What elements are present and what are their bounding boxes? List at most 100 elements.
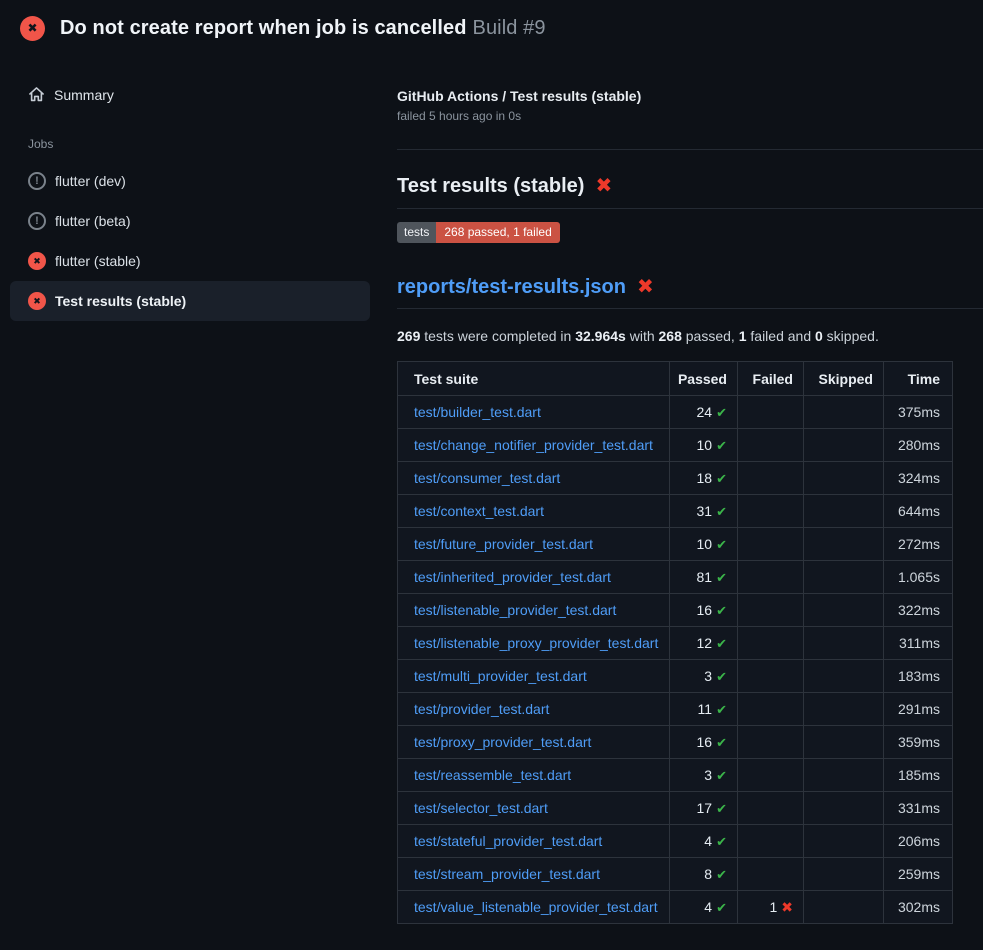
sidebar-item-job[interactable]: !flutter (beta) [10, 201, 370, 241]
failed-cell [738, 759, 804, 792]
passed-cell: 12✔ [670, 627, 738, 660]
passed-cell-value: 16 [697, 602, 713, 618]
suite-cell: test/stateful_provider_test.dart [398, 825, 670, 858]
sidebar-item-summary[interactable]: Summary [10, 80, 370, 109]
test-suite-link[interactable]: test/reassemble_test.dart [414, 767, 571, 783]
test-suite-link[interactable]: test/stateful_provider_test.dart [414, 833, 602, 849]
report-failed-cross-icon: ✖ [637, 276, 654, 298]
run-header: GitHub Actions / Test results (stable) f… [397, 88, 983, 150]
check-icon: ✔ [716, 504, 727, 519]
skipped-cell [804, 726, 884, 759]
failed-cell: 1✖ [738, 891, 804, 924]
passed-cell-value: 10 [697, 437, 713, 453]
test-suite-link[interactable]: test/inherited_provider_test.dart [414, 569, 611, 585]
passed-cell: 81✔ [670, 561, 738, 594]
time-cell: 322ms [884, 594, 953, 627]
run-title: GitHub Actions / Test results (stable) [397, 88, 983, 104]
test-suite-link[interactable]: test/consumer_test.dart [414, 470, 560, 486]
failed-cell [738, 858, 804, 891]
failed-cell [738, 594, 804, 627]
test-suite-link[interactable]: test/proxy_provider_test.dart [414, 734, 591, 750]
passed-cell-value: 18 [697, 470, 713, 486]
skipped-cell [804, 660, 884, 693]
sidebar-item-job[interactable]: ✖Test results (stable) [10, 281, 370, 321]
check-icon: ✔ [716, 603, 727, 618]
suite-cell: test/proxy_provider_test.dart [398, 726, 670, 759]
test-suite-link[interactable]: test/context_test.dart [414, 503, 544, 519]
check-icon: ✔ [716, 438, 727, 453]
passed-cell: 4✔ [670, 825, 738, 858]
check-icon: ✔ [716, 537, 727, 552]
skipped-cell [804, 858, 884, 891]
failed-cell [738, 396, 804, 429]
failed-cell-value: 1 [769, 899, 777, 915]
skipped-cell [804, 594, 884, 627]
table-row: test/multi_provider_test.dart3✔183ms [398, 660, 953, 693]
time-cell: 311ms [884, 627, 953, 660]
passed-cell: 31✔ [670, 495, 738, 528]
summary-text: passed, [682, 328, 739, 344]
test-suite-link[interactable]: test/stream_provider_test.dart [414, 866, 600, 882]
test-suite-link[interactable]: test/provider_test.dart [414, 701, 549, 717]
header-time: Time [884, 362, 953, 396]
time-cell: 272ms [884, 528, 953, 561]
test-suite-link[interactable]: test/change_notifier_provider_test.dart [414, 437, 653, 453]
time-cell: 206ms [884, 825, 953, 858]
skipped-cell [804, 528, 884, 561]
badge-label: tests [397, 222, 436, 243]
skipped-cell [804, 627, 884, 660]
time-cell: 359ms [884, 726, 953, 759]
suite-cell: test/consumer_test.dart [398, 462, 670, 495]
build-number: Build #9 [473, 17, 546, 39]
suite-cell: test/inherited_provider_test.dart [398, 561, 670, 594]
test-suite-link[interactable]: test/multi_provider_test.dart [414, 668, 587, 684]
suite-cell: test/value_listenable_provider_test.dart [398, 891, 670, 924]
time-cell: 291ms [884, 693, 953, 726]
passed-cell: 10✔ [670, 429, 738, 462]
check-icon: ✔ [716, 834, 727, 849]
report-link[interactable]: reports/test-results.json [397, 276, 626, 298]
suite-cell: test/stream_provider_test.dart [398, 858, 670, 891]
check-icon: ✔ [716, 900, 727, 915]
job-label: flutter (stable) [55, 253, 141, 269]
job-label: flutter (dev) [55, 173, 126, 189]
table-row: test/context_test.dart31✔644ms [398, 495, 953, 528]
test-suite-link[interactable]: test/value_listenable_provider_test.dart [414, 899, 658, 915]
passed-cell: 11✔ [670, 693, 738, 726]
run-meta: failed 5 hours ago in 0s [397, 109, 983, 123]
test-suite-link[interactable]: test/builder_test.dart [414, 404, 541, 420]
home-icon [28, 86, 45, 103]
skipped-cell [804, 891, 884, 924]
test-suite-link[interactable]: test/future_provider_test.dart [414, 536, 593, 552]
time-cell: 302ms [884, 891, 953, 924]
table-row: test/selector_test.dart17✔331ms [398, 792, 953, 825]
failed-cell [738, 528, 804, 561]
table-row: test/builder_test.dart24✔375ms [398, 396, 953, 429]
failed-cell [738, 429, 804, 462]
header-skipped: Skipped [804, 362, 884, 396]
suite-cell: test/context_test.dart [398, 495, 670, 528]
tests-status-badge: tests 268 passed, 1 failed [397, 222, 560, 243]
job-failed-icon: ✖ [28, 252, 46, 270]
test-suite-link[interactable]: test/listenable_proxy_provider_test.dart [414, 635, 658, 651]
time-cell: 259ms [884, 858, 953, 891]
skipped-cell [804, 792, 884, 825]
job-failed-icon: ✖ [28, 292, 46, 310]
passed-cell-value: 3 [704, 668, 712, 684]
job-label: flutter (beta) [55, 213, 130, 229]
sidebar-item-job[interactable]: !flutter (dev) [10, 161, 370, 201]
passed-cell-value: 24 [697, 404, 713, 420]
passed-cell: 17✔ [670, 792, 738, 825]
build-title: Do not create report when job is cancell… [60, 17, 467, 39]
time-cell: 185ms [884, 759, 953, 792]
table-row: test/future_provider_test.dart10✔272ms [398, 528, 953, 561]
passed-cell: 8✔ [670, 858, 738, 891]
build-failed-icon: ✖ [20, 16, 45, 41]
sidebar-item-job[interactable]: ✖ flutter (stable) [10, 241, 370, 281]
test-suite-link[interactable]: test/selector_test.dart [414, 800, 548, 816]
time-cell: 280ms [884, 429, 953, 462]
badge-value: 268 passed, 1 failed [436, 222, 559, 243]
passed-cell: 18✔ [670, 462, 738, 495]
test-suite-link[interactable]: test/listenable_provider_test.dart [414, 602, 616, 618]
suite-cell: test/reassemble_test.dart [398, 759, 670, 792]
